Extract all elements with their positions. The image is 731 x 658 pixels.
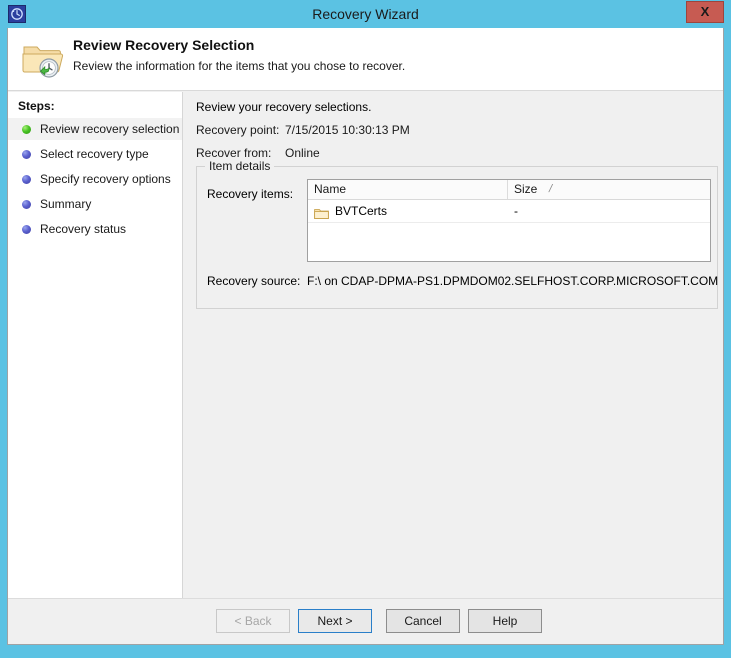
sidebar-item-label: Review recovery selection (40, 122, 180, 136)
sidebar-item-review-recovery-selection[interactable]: Review recovery selection (8, 118, 182, 140)
steps-heading: Steps: (18, 99, 55, 113)
sidebar-item-label: Recovery status (40, 222, 127, 236)
item-details-group: Item details Recovery items: Name Size / (196, 159, 719, 309)
table-row[interactable]: BVTCerts - (308, 200, 710, 223)
steps-sidebar: Steps: Review recovery selection Select … (8, 92, 183, 644)
main-content-pane: Review your recovery selections. Recover… (184, 92, 723, 644)
table-header-row: Name Size / (308, 180, 710, 200)
recovery-point-value: 7/15/2015 10:30:13 PM (285, 123, 410, 137)
sidebar-item-label: Summary (40, 197, 92, 211)
sidebar-item-recovery-status[interactable]: Recovery status (8, 218, 182, 240)
table-cell-name-text: BVTCerts (335, 204, 388, 218)
sidebar-item-specify-recovery-options[interactable]: Specify recovery options (8, 168, 182, 190)
recover-from-label: Recover from: (196, 146, 272, 160)
column-header-size[interactable]: Size (508, 180, 568, 199)
window-title: Recovery Wizard (312, 6, 419, 22)
step-bullet-icon (22, 174, 31, 184)
close-button[interactable]: X (686, 1, 724, 23)
sidebar-item-label: Select recovery type (40, 147, 149, 161)
recovery-wizard-window: Recovery Wizard X Review Recovery Select… (0, 0, 731, 658)
step-bullet-icon (22, 224, 31, 234)
table-cell-size: - (514, 204, 518, 218)
title-bar: Recovery Wizard X (0, 0, 731, 28)
dialog-footer: < Back Next > Cancel Help (8, 598, 723, 644)
dialog-client-area: Review Recovery Selection Review the inf… (7, 28, 724, 645)
wizard-banner: Review Recovery Selection Review the inf… (8, 28, 723, 91)
step-bullet-icon (22, 149, 31, 159)
help-button[interactable]: Help (468, 609, 542, 633)
folder-icon (314, 205, 329, 220)
sidebar-item-label: Specify recovery options (40, 172, 171, 186)
column-header-name[interactable]: Name (308, 180, 508, 199)
recover-from-value: Online (285, 146, 320, 160)
sidebar-item-select-recovery-type[interactable]: Select recovery type (8, 143, 182, 165)
intro-text: Review your recovery selections. (196, 100, 372, 114)
back-button[interactable]: < Back (216, 609, 290, 633)
page-subtitle: Review the information for the items tha… (73, 59, 406, 73)
recovery-items-table[interactable]: Name Size / BVTCerts - (307, 179, 711, 262)
sidebar-item-summary[interactable]: Summary (8, 193, 182, 215)
cancel-button[interactable]: Cancel (386, 609, 460, 633)
recovery-source-label: Recovery source: (207, 274, 301, 288)
folder-recovery-icon (20, 38, 64, 80)
recovery-items-label: Recovery items: (207, 187, 294, 201)
table-cell-name: BVTCerts (314, 200, 387, 222)
page-title: Review Recovery Selection (73, 37, 255, 53)
recovery-point-label: Recovery point: (196, 123, 280, 137)
step-bullet-icon (22, 199, 31, 209)
step-bullet-icon (22, 124, 31, 134)
group-title: Item details (205, 159, 275, 173)
next-button[interactable]: Next > (298, 609, 372, 633)
recovery-source-value: F:\ on CDAP-DPMA-PS1.DPMDOM02.SELFHOST.C… (307, 274, 719, 288)
